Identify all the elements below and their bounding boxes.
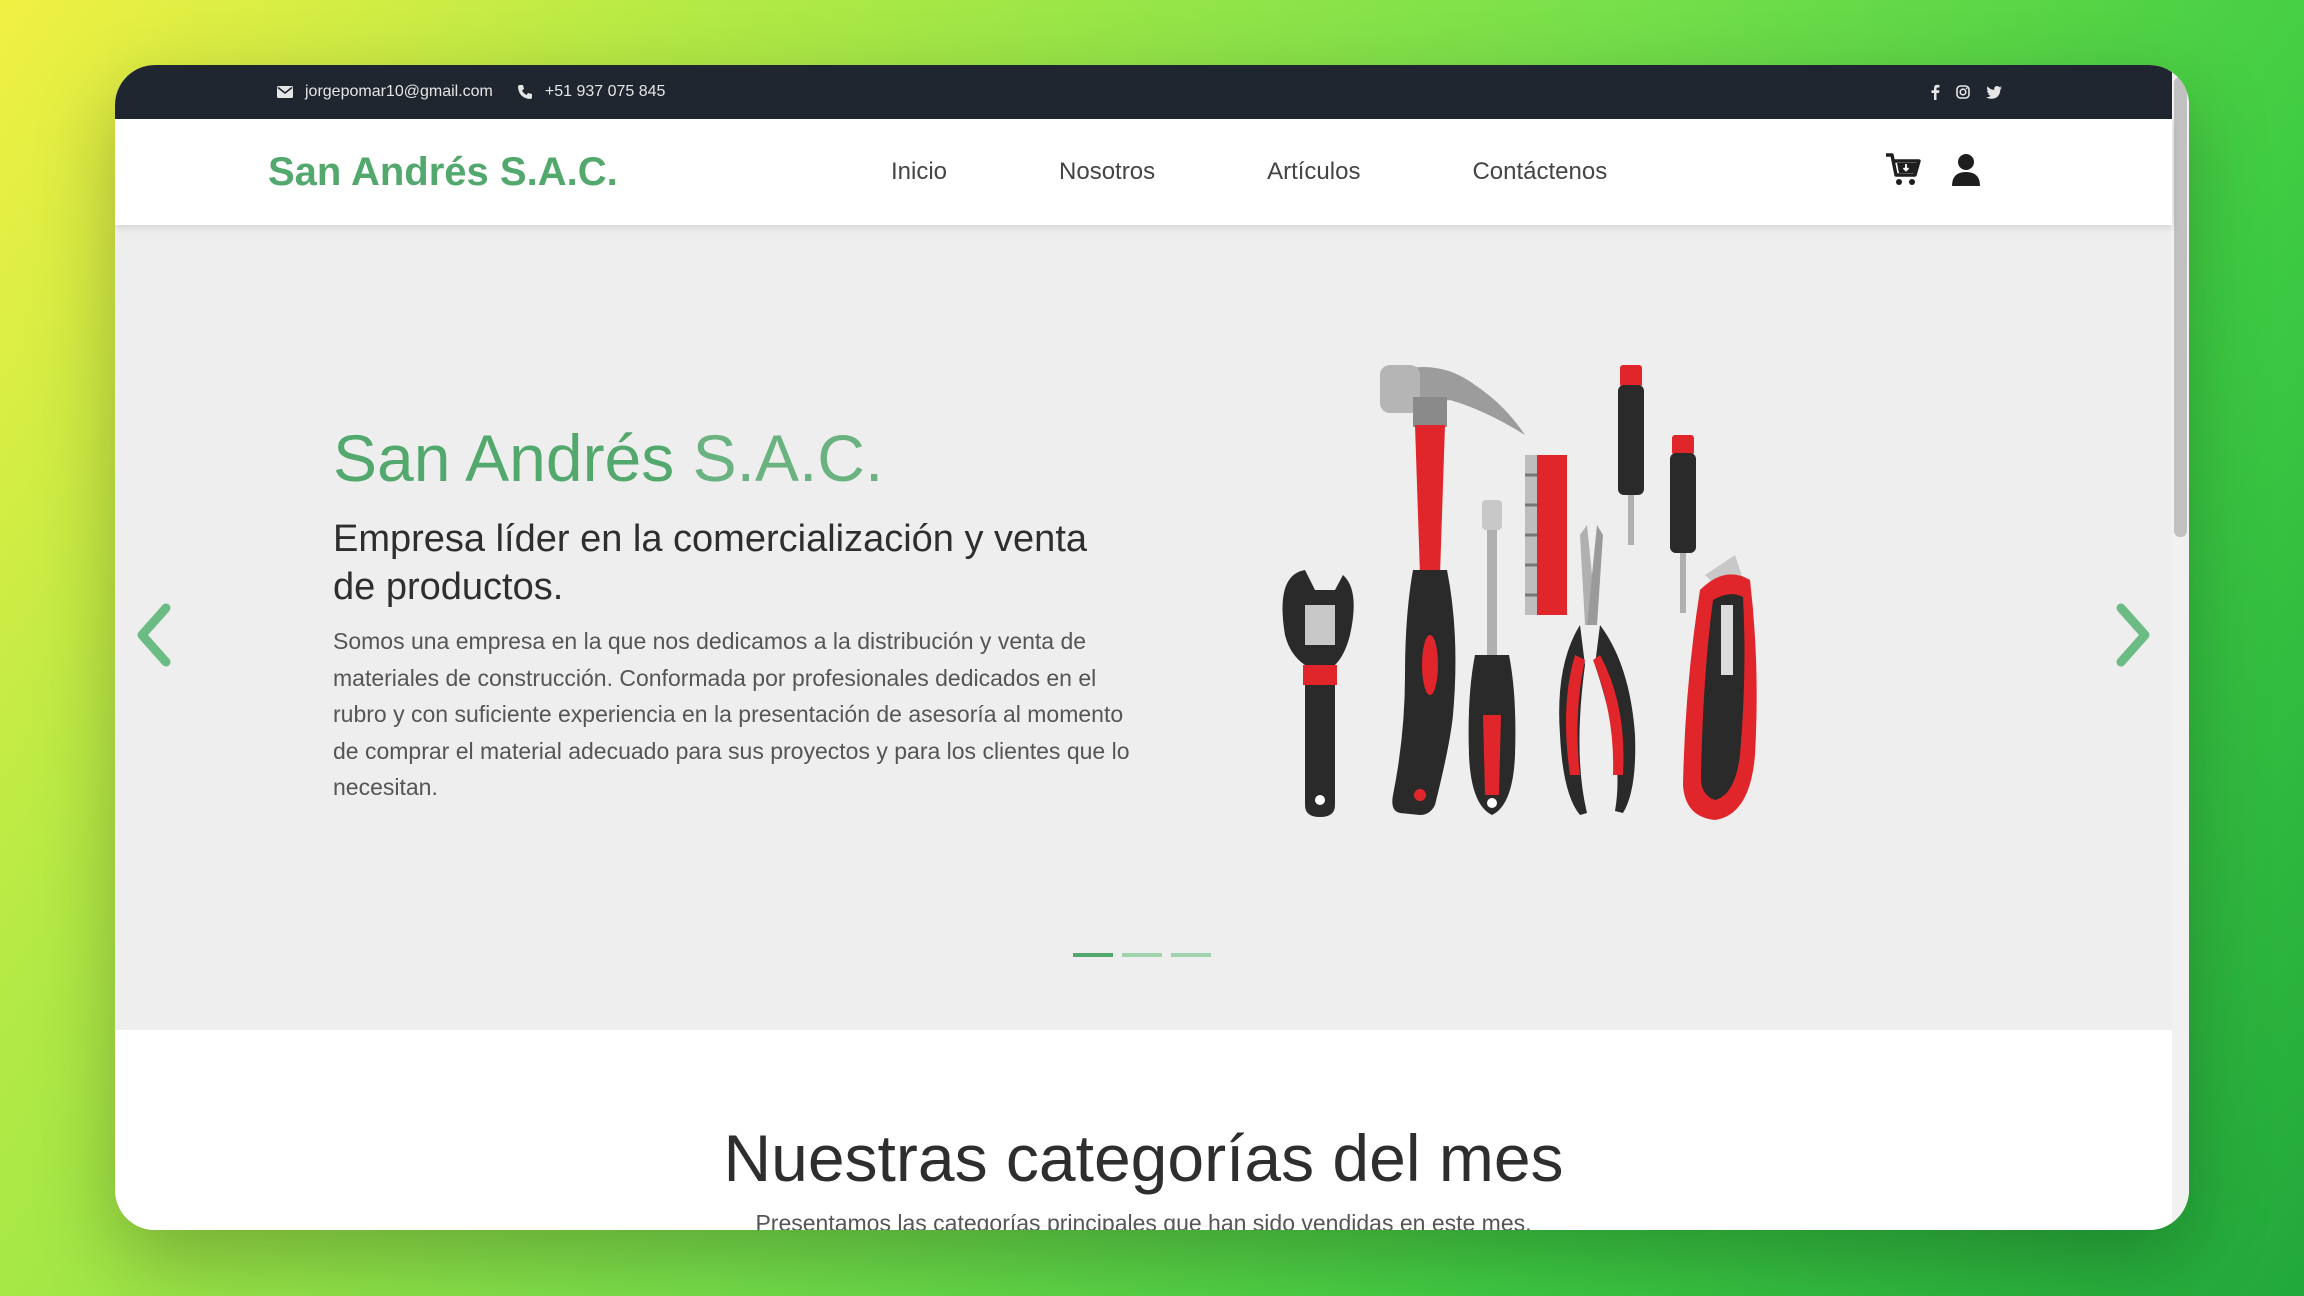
main-navbar: San Andrés S.A.C. Inicio Nosotros Artícu…	[115, 119, 2172, 225]
phone-contact[interactable]: +51 937 075 845	[517, 83, 666, 101]
tools-image	[1235, 335, 1795, 835]
email-contact[interactable]: jorgepomar10@gmail.com	[277, 83, 493, 101]
user-icon[interactable]	[1951, 153, 1981, 192]
carousel-indicators	[1073, 953, 1211, 957]
twitter-icon[interactable]	[1986, 85, 2002, 99]
bit-set-icon	[1525, 455, 1567, 615]
hero-text-block: San Andrés S.A.C. Empresa líder en la co…	[333, 425, 1133, 806]
top-contact-bar: jorgepomar10@gmail.com +51 937 075 845	[115, 65, 2172, 119]
utility-knife-icon	[1683, 555, 1757, 820]
carousel-next-button[interactable]	[2107, 600, 2157, 670]
browser-window: jorgepomar10@gmail.com +51 937 075 845 S…	[115, 65, 2189, 1230]
section-subtitle: Presentamos las categorías principales q…	[755, 1210, 1532, 1230]
section-title: Nuestras categorías del mes	[723, 1121, 1564, 1195]
cart-icon[interactable]	[1885, 152, 1921, 192]
categories-section: Nuestras categorías del mes Presentamos …	[115, 1030, 2172, 1230]
nav-link-nosotros[interactable]: Nosotros	[1059, 158, 1155, 186]
nav-actions	[1885, 119, 1981, 225]
chevron-left-icon	[137, 603, 171, 667]
chevron-right-icon	[2116, 603, 2150, 667]
nav-link-contactenos[interactable]: Contáctenos	[1472, 158, 1607, 186]
brand-logo[interactable]: San Andrés S.A.C.	[268, 119, 618, 225]
hero-title-suffix: S.A.C.	[692, 421, 884, 495]
phone-text: +51 937 075 845	[544, 83, 666, 100]
pliers-icon	[1559, 525, 1636, 815]
screwdriver-icon	[1468, 500, 1516, 815]
phone-icon	[517, 84, 533, 100]
carousel-indicator-3[interactable]	[1171, 953, 1211, 957]
wrench-icon	[1282, 570, 1354, 817]
contact-info: jorgepomar10@gmail.com +51 937 075 845	[277, 65, 677, 119]
email-text: jorgepomar10@gmail.com	[305, 83, 493, 100]
nav-link-articulos[interactable]: Artículos	[1267, 158, 1360, 186]
hero-title-main: San Andrés	[333, 421, 675, 495]
facebook-icon[interactable]	[1930, 84, 1940, 100]
hero-title: San Andrés S.A.C.	[333, 425, 1133, 491]
hero-carousel: San Andrés S.A.C. Empresa líder en la co…	[115, 225, 2172, 1030]
carousel-indicator-2[interactable]	[1122, 953, 1162, 957]
scrollbar-thumb[interactable]	[2174, 77, 2187, 537]
instagram-icon[interactable]	[1956, 85, 1970, 99]
hero-description: Somos una empresa en la que nos dedicamo…	[333, 628, 1130, 800]
carousel-prev-button[interactable]	[130, 600, 180, 670]
envelope-icon	[277, 86, 293, 98]
scrollbar[interactable]	[2172, 65, 2189, 1230]
nav-link-inicio[interactable]: Inicio	[891, 158, 947, 186]
main-menu: Inicio Nosotros Artículos Contáctenos	[891, 119, 1607, 225]
social-links	[1930, 65, 2002, 119]
hero-subtitle: Empresa líder en la comercialización y v…	[333, 518, 1088, 608]
carousel-indicator-1[interactable]	[1073, 953, 1113, 957]
precision-screwdriver-icon	[1618, 365, 1696, 613]
